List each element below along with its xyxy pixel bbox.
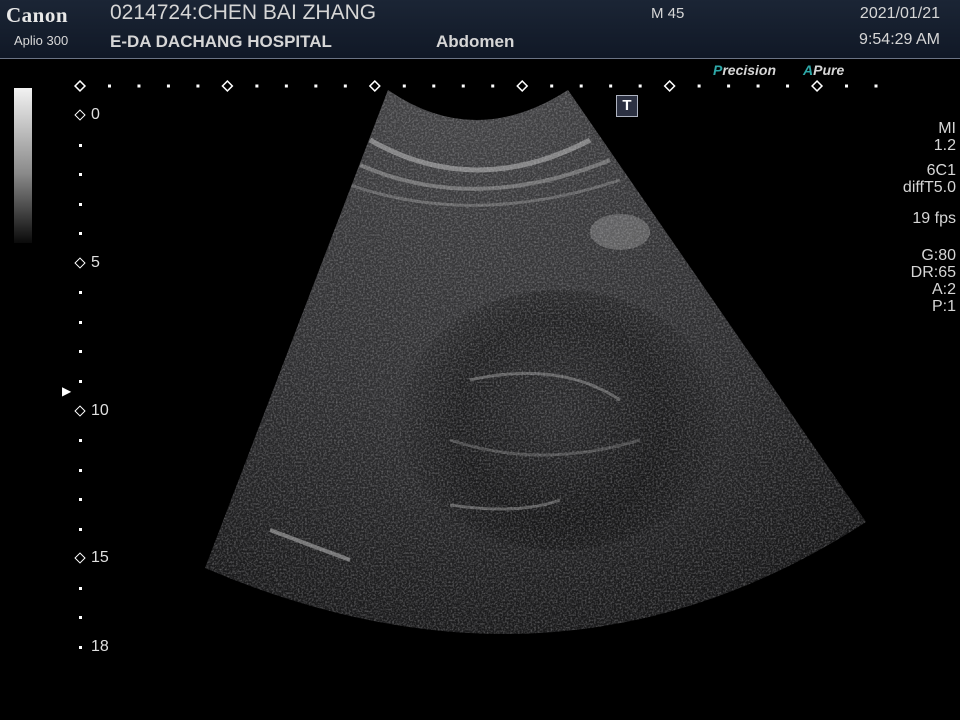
lateral-minor-tick [255, 84, 259, 88]
depth-label: 10 [91, 401, 109, 419]
lateral-minor-tick [609, 84, 613, 88]
lateral-minor-tick [402, 84, 406, 88]
precision-mode-label: Precision [713, 62, 777, 78]
focus-marker-icon: ▶ [62, 384, 72, 398]
lateral-minor-tick [343, 84, 347, 88]
lateral-minor-tick [284, 84, 288, 88]
depth-minor-tick [79, 320, 82, 324]
lateral-minor-tick [550, 84, 554, 88]
lateral-major-tick [221, 79, 234, 93]
depth-minor-tick [79, 380, 82, 383]
lateral-minor-tick [579, 84, 583, 88]
lateral-minor-tick [786, 84, 790, 88]
lateral-minor-tick [638, 84, 642, 88]
lateral-minor-tick [756, 84, 760, 88]
acquisition-parameters: MI 1.2 6C1 diffT5.0 19 fps G:80 DR:65 A:… [903, 120, 956, 315]
frame-rate: 19 fps [912, 210, 956, 227]
depth-minor-tick [79, 232, 82, 236]
harmonic-label: diffT5.0 [902, 179, 956, 196]
p-value: P:1 [931, 298, 956, 315]
depth-label: 15 [91, 549, 109, 567]
grayscale-bar [14, 88, 32, 243]
lateral-minor-tick [107, 84, 111, 88]
lateral-minor-tick [137, 84, 141, 88]
depth-minor-tick [79, 291, 82, 295]
depth-minor-tick [79, 350, 82, 354]
lateral-major-tick [73, 79, 87, 93]
depth-label: 0 [91, 106, 100, 123]
lateral-scale [73, 79, 878, 93]
a-value: A:2 [931, 281, 956, 298]
mi-value: 1.2 [933, 137, 956, 154]
depth-label: 5 [91, 253, 100, 271]
depth-minor-tick [79, 646, 82, 649]
depth-minor-tick [79, 173, 82, 177]
depth-minor-tick [79, 586, 82, 590]
depth-label: 18 [91, 638, 109, 655]
lateral-major-tick [368, 79, 381, 93]
lateral-major-tick [516, 79, 529, 93]
t-marker-icon: T [616, 95, 638, 117]
lateral-minor-tick [432, 84, 436, 88]
depth-minor-tick [79, 498, 82, 502]
depth-minor-tick [79, 202, 82, 206]
lateral-major-tick [811, 79, 824, 93]
depth-minor-tick [79, 468, 82, 472]
lateral-minor-tick [314, 84, 318, 88]
depth-minor-tick [79, 616, 82, 620]
apure-mode-label: APure [803, 62, 845, 78]
gain-value: G:80 [921, 247, 956, 264]
lateral-minor-tick [166, 84, 170, 88]
lateral-minor-tick [196, 84, 200, 88]
lateral-major-tick [663, 79, 676, 93]
depth-minor-tick [79, 439, 82, 443]
ultrasound-image [73, 79, 878, 635]
lateral-minor-tick [491, 84, 495, 88]
lateral-minor-tick [845, 84, 849, 88]
mi-label: MI [938, 120, 956, 137]
depth-minor-tick [79, 143, 82, 147]
lateral-minor-tick [461, 84, 465, 88]
lateral-minor-tick [727, 84, 731, 88]
depth-minor-tick [79, 527, 82, 531]
dynamic-range-value: DR:65 [910, 264, 956, 281]
lateral-minor-tick [874, 84, 878, 88]
probe-label: 6C1 [926, 162, 956, 179]
lateral-minor-tick [697, 84, 701, 88]
